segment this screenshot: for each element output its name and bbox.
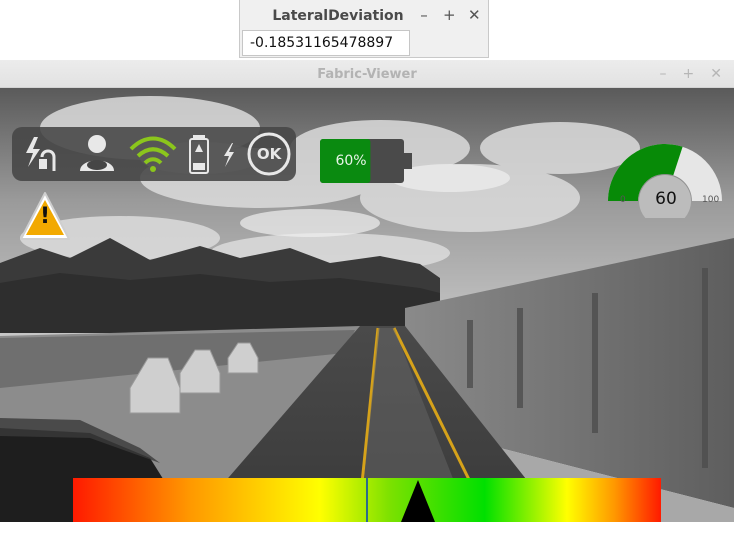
wifi-icon bbox=[129, 136, 177, 172]
ok-icon: OK bbox=[245, 127, 293, 181]
maximize-button[interactable]: + bbox=[443, 0, 456, 30]
ok-icon-label: OK bbox=[256, 145, 282, 163]
lateral-deviation-value-field[interactable]: -0.18531165478897 bbox=[242, 30, 410, 56]
battery-percent-label: 60% bbox=[335, 153, 367, 169]
viewer-close-button[interactable]: ✕ bbox=[710, 60, 722, 88]
lateral-window-controls: – + ✕ bbox=[418, 0, 480, 30]
deviation-pointer-icon bbox=[401, 480, 435, 522]
status-icon-panel: OK bbox=[12, 127, 296, 181]
speed-gauge: 0 60 100 bbox=[606, 140, 724, 218]
battery-level-indicator: 60% bbox=[320, 139, 412, 183]
lateral-deviation-window: LateralDeviation – + ✕ -0.18531165478897 bbox=[239, 0, 489, 58]
power-cable-icon bbox=[26, 137, 56, 171]
deviation-center-line bbox=[366, 478, 368, 522]
driver-icon bbox=[80, 135, 114, 171]
fabric-viewer-titlebar[interactable]: Fabric-Viewer – + ✕ bbox=[0, 60, 734, 88]
speed-value: 60 bbox=[655, 189, 677, 209]
viewer-minimize-button[interactable]: – bbox=[660, 60, 667, 88]
lateral-deviation-bar bbox=[73, 478, 661, 522]
charging-bolt-icon bbox=[224, 143, 234, 167]
warning-indicator: ! bbox=[18, 190, 72, 244]
viewer-bottom-strip bbox=[0, 522, 734, 540]
gauge-max-label: 100 bbox=[702, 195, 720, 205]
warning-symbol: ! bbox=[39, 204, 51, 229]
fabric-viewer-title: Fabric-Viewer bbox=[317, 67, 417, 82]
gauge-min-label: 0 bbox=[620, 195, 626, 205]
close-button[interactable]: ✕ bbox=[468, 0, 481, 30]
viewer-maximize-button[interactable]: + bbox=[683, 60, 695, 88]
minimize-button[interactable]: – bbox=[418, 0, 430, 30]
battery-icon bbox=[189, 135, 209, 174]
camera-view: OK 60% ! 0 60 100 bbox=[0, 88, 734, 522]
fabric-viewer-window: Fabric-Viewer – + ✕ OK 60% ! 0 60 100 bbox=[0, 60, 734, 540]
viewer-window-controls: – + ✕ bbox=[660, 60, 722, 88]
